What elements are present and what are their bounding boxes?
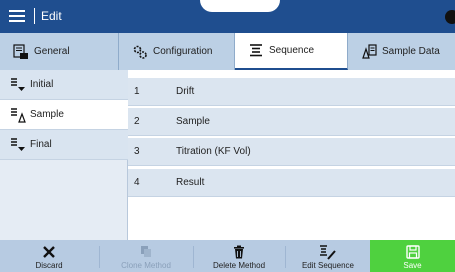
- save-label: Save: [403, 261, 422, 270]
- trash-icon: [232, 243, 246, 261]
- sequence-row-label: Result: [176, 177, 205, 188]
- header-divider: [34, 8, 35, 24]
- sample-icon: [10, 107, 26, 123]
- tab-general[interactable]: General: [0, 33, 119, 70]
- discard-button[interactable]: Discard: [0, 240, 98, 272]
- tab-sequence[interactable]: Sequence: [235, 33, 348, 70]
- sequence-row-label: Sample: [176, 116, 210, 127]
- sequence-row-number: 1: [134, 86, 140, 97]
- section-initial[interactable]: Initial: [0, 70, 128, 100]
- sequence-row-number: 3: [134, 146, 140, 157]
- section-initial-label: Initial: [30, 79, 54, 90]
- initial-icon: [10, 77, 26, 93]
- delete-method-button[interactable]: Delete Method: [194, 240, 284, 272]
- save-button[interactable]: Save: [370, 240, 455, 272]
- sequence-row-label: Titration (KF Vol): [176, 146, 251, 157]
- sample-data-icon: [360, 43, 378, 61]
- clone-method-label: Clone Method: [121, 261, 171, 270]
- sequence-list: 1 Drift 2 Sample 3 Titration (KF Vol) 4 …: [128, 70, 455, 240]
- tab-configuration-label: Configuration: [153, 46, 213, 57]
- tab-sample-data[interactable]: Sample Data: [348, 33, 455, 70]
- edit-sequence-icon: [319, 243, 337, 261]
- section-sample[interactable]: Sample: [0, 100, 128, 130]
- edit-sequence-button[interactable]: Edit Sequence: [286, 240, 370, 272]
- tab-general-label: General: [34, 46, 70, 57]
- sequence-icon: [247, 42, 265, 60]
- delete-method-label: Delete Method: [212, 261, 266, 270]
- tab-sample-data-label: Sample Data: [382, 46, 440, 57]
- menu-icon[interactable]: [4, 3, 30, 29]
- tab-bar: General Configuration Sequence Sample Da…: [0, 33, 455, 70]
- status-indicator-icon: [445, 10, 455, 24]
- sequence-row[interactable]: 2 Sample: [128, 108, 455, 136]
- sequence-sections-panel: Initial Sample Final: [0, 70, 128, 240]
- section-sample-label: Sample: [30, 109, 64, 120]
- sequence-row[interactable]: 3 Titration (KF Vol): [128, 138, 455, 166]
- section-final[interactable]: Final: [0, 130, 128, 160]
- bottom-action-bar: Discard Clone Method Delete Method Edit …: [0, 240, 455, 272]
- clone-method-button[interactable]: Clone Method: [100, 240, 192, 272]
- close-icon: [42, 243, 56, 261]
- save-icon: [405, 243, 420, 261]
- section-final-label: Final: [30, 139, 52, 150]
- edit-sequence-label: Edit Sequence: [301, 261, 355, 270]
- sequence-row[interactable]: 4 Result: [128, 169, 455, 197]
- final-icon: [10, 137, 26, 153]
- discard-label: Discard: [35, 261, 63, 270]
- sequence-row-number: 2: [134, 116, 140, 127]
- page-title: Edit: [41, 9, 62, 23]
- tab-sequence-label: Sequence: [269, 45, 315, 56]
- sequence-row[interactable]: 1 Drift: [128, 78, 455, 106]
- clone-icon: [139, 243, 153, 261]
- gears-icon: [131, 43, 149, 61]
- header-bar: Edit: [0, 0, 455, 33]
- sequence-row-label: Drift: [176, 86, 195, 97]
- sequence-row-number: 4: [134, 177, 140, 188]
- tab-configuration[interactable]: Configuration: [119, 33, 235, 70]
- general-icon: [12, 43, 30, 61]
- header-notch: [200, 0, 280, 12]
